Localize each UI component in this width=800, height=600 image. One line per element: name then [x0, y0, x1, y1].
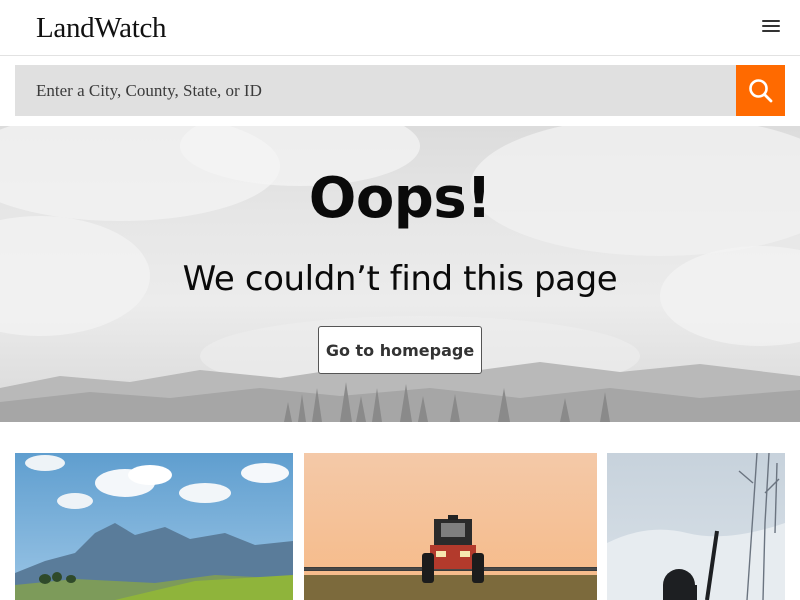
error-message: We couldn’t find this page	[182, 259, 618, 299]
page-title: Oops!	[308, 166, 492, 231]
hamburger-menu-icon[interactable]	[760, 17, 782, 37]
search-icon	[749, 79, 773, 103]
search-input[interactable]	[15, 65, 736, 116]
search-button[interactable]	[736, 65, 785, 116]
go-to-homepage-button[interactable]: Go to homepage	[318, 326, 482, 374]
mountain-landscape-image	[15, 453, 293, 600]
mountain-landscape-card[interactable]	[15, 453, 293, 600]
tractor-field-image	[304, 453, 597, 600]
hunter-winter-image	[607, 453, 785, 600]
landwatch-logo[interactable]: LandWatch	[36, 11, 167, 45]
tractor-field-card[interactable]	[304, 453, 597, 600]
site-header: LandWatch	[0, 0, 800, 56]
hunter-winter-card[interactable]	[607, 453, 785, 600]
error-hero: Oops! We couldn’t find this page Go to h…	[0, 126, 800, 422]
search-bar	[15, 65, 785, 116]
